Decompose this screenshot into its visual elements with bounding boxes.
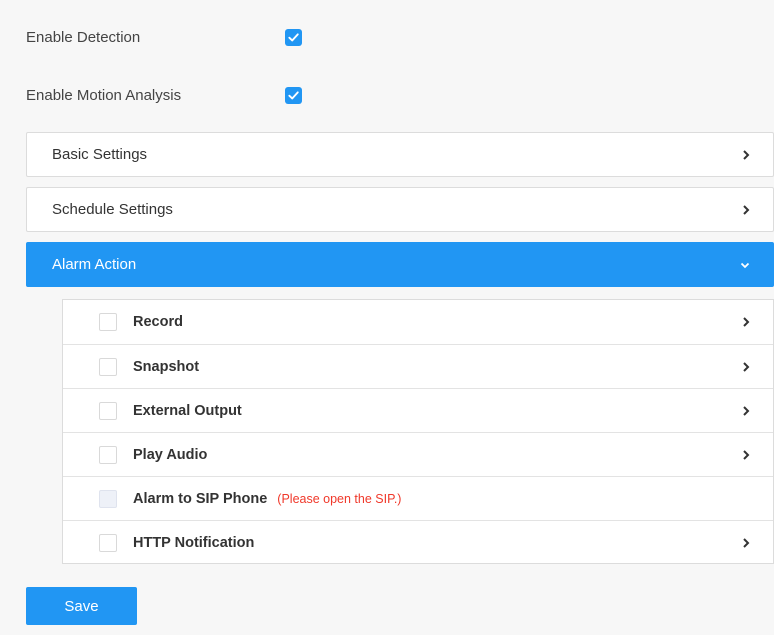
record-checkbox[interactable] xyxy=(99,313,117,331)
http-notification-checkbox[interactable] xyxy=(99,534,117,552)
chevron-right-icon[interactable] xyxy=(741,361,751,373)
chevron-right-icon xyxy=(743,204,750,215)
enable-detection-checkbox[interactable] xyxy=(285,28,302,46)
http-notification-label: HTTP Notification xyxy=(133,535,255,551)
basic-settings-label: Basic Settings xyxy=(52,146,148,163)
alarm-action-panel: Record Snapshot External Output Play Aud… xyxy=(62,299,774,564)
chevron-right-icon[interactable] xyxy=(741,405,751,417)
record-label: Record xyxy=(133,314,183,330)
external-output-row: External Output xyxy=(63,389,773,433)
play-audio-checkbox[interactable] xyxy=(99,446,117,464)
chevron-down-icon xyxy=(740,262,750,268)
schedule-settings-label: Schedule Settings xyxy=(52,201,173,218)
alarm-action-label: Alarm Action xyxy=(52,256,137,273)
check-icon xyxy=(288,90,299,99)
schedule-settings-section[interactable]: Schedule Settings xyxy=(26,187,774,232)
chevron-right-icon[interactable] xyxy=(741,449,751,461)
chevron-right-icon[interactable] xyxy=(741,316,751,328)
snapshot-row: Snapshot xyxy=(63,345,773,389)
http-notification-row: HTTP Notification xyxy=(63,521,773,565)
snapshot-label: Snapshot xyxy=(133,359,200,375)
motion-detection-settings: Enable Detection Enable Motion Analysis … xyxy=(0,0,774,635)
basic-settings-section[interactable]: Basic Settings xyxy=(26,132,774,177)
external-output-checkbox[interactable] xyxy=(99,402,117,420)
enable-detection-row: Enable Detection xyxy=(26,25,302,49)
play-audio-label: Play Audio xyxy=(133,447,208,463)
enable-detection-label: Enable Detection xyxy=(26,28,141,46)
enable-motion-analysis-row: Enable Motion Analysis xyxy=(26,83,302,107)
play-audio-row: Play Audio xyxy=(63,433,773,477)
sip-phone-label: Alarm to SIP Phone xyxy=(133,491,268,507)
record-row: Record xyxy=(63,300,773,344)
save-button[interactable]: Save xyxy=(26,587,137,625)
sip-phone-label-group: Alarm to SIP Phone (Please open the SIP.) xyxy=(133,491,401,507)
enable-motion-analysis-checkbox[interactable] xyxy=(285,86,302,104)
alarm-action-section[interactable]: Alarm Action xyxy=(26,242,774,287)
sip-phone-checkbox xyxy=(99,490,117,508)
check-icon xyxy=(288,32,299,41)
sip-phone-row: Alarm to SIP Phone (Please open the SIP.) xyxy=(63,477,773,521)
enable-motion-analysis-label: Enable Motion Analysis xyxy=(26,86,182,104)
sip-phone-hint: (Please open the SIP.) xyxy=(277,492,402,506)
chevron-right-icon[interactable] xyxy=(741,537,751,549)
snapshot-checkbox[interactable] xyxy=(99,358,117,376)
external-output-label: External Output xyxy=(133,403,242,419)
chevron-right-icon xyxy=(743,149,750,160)
